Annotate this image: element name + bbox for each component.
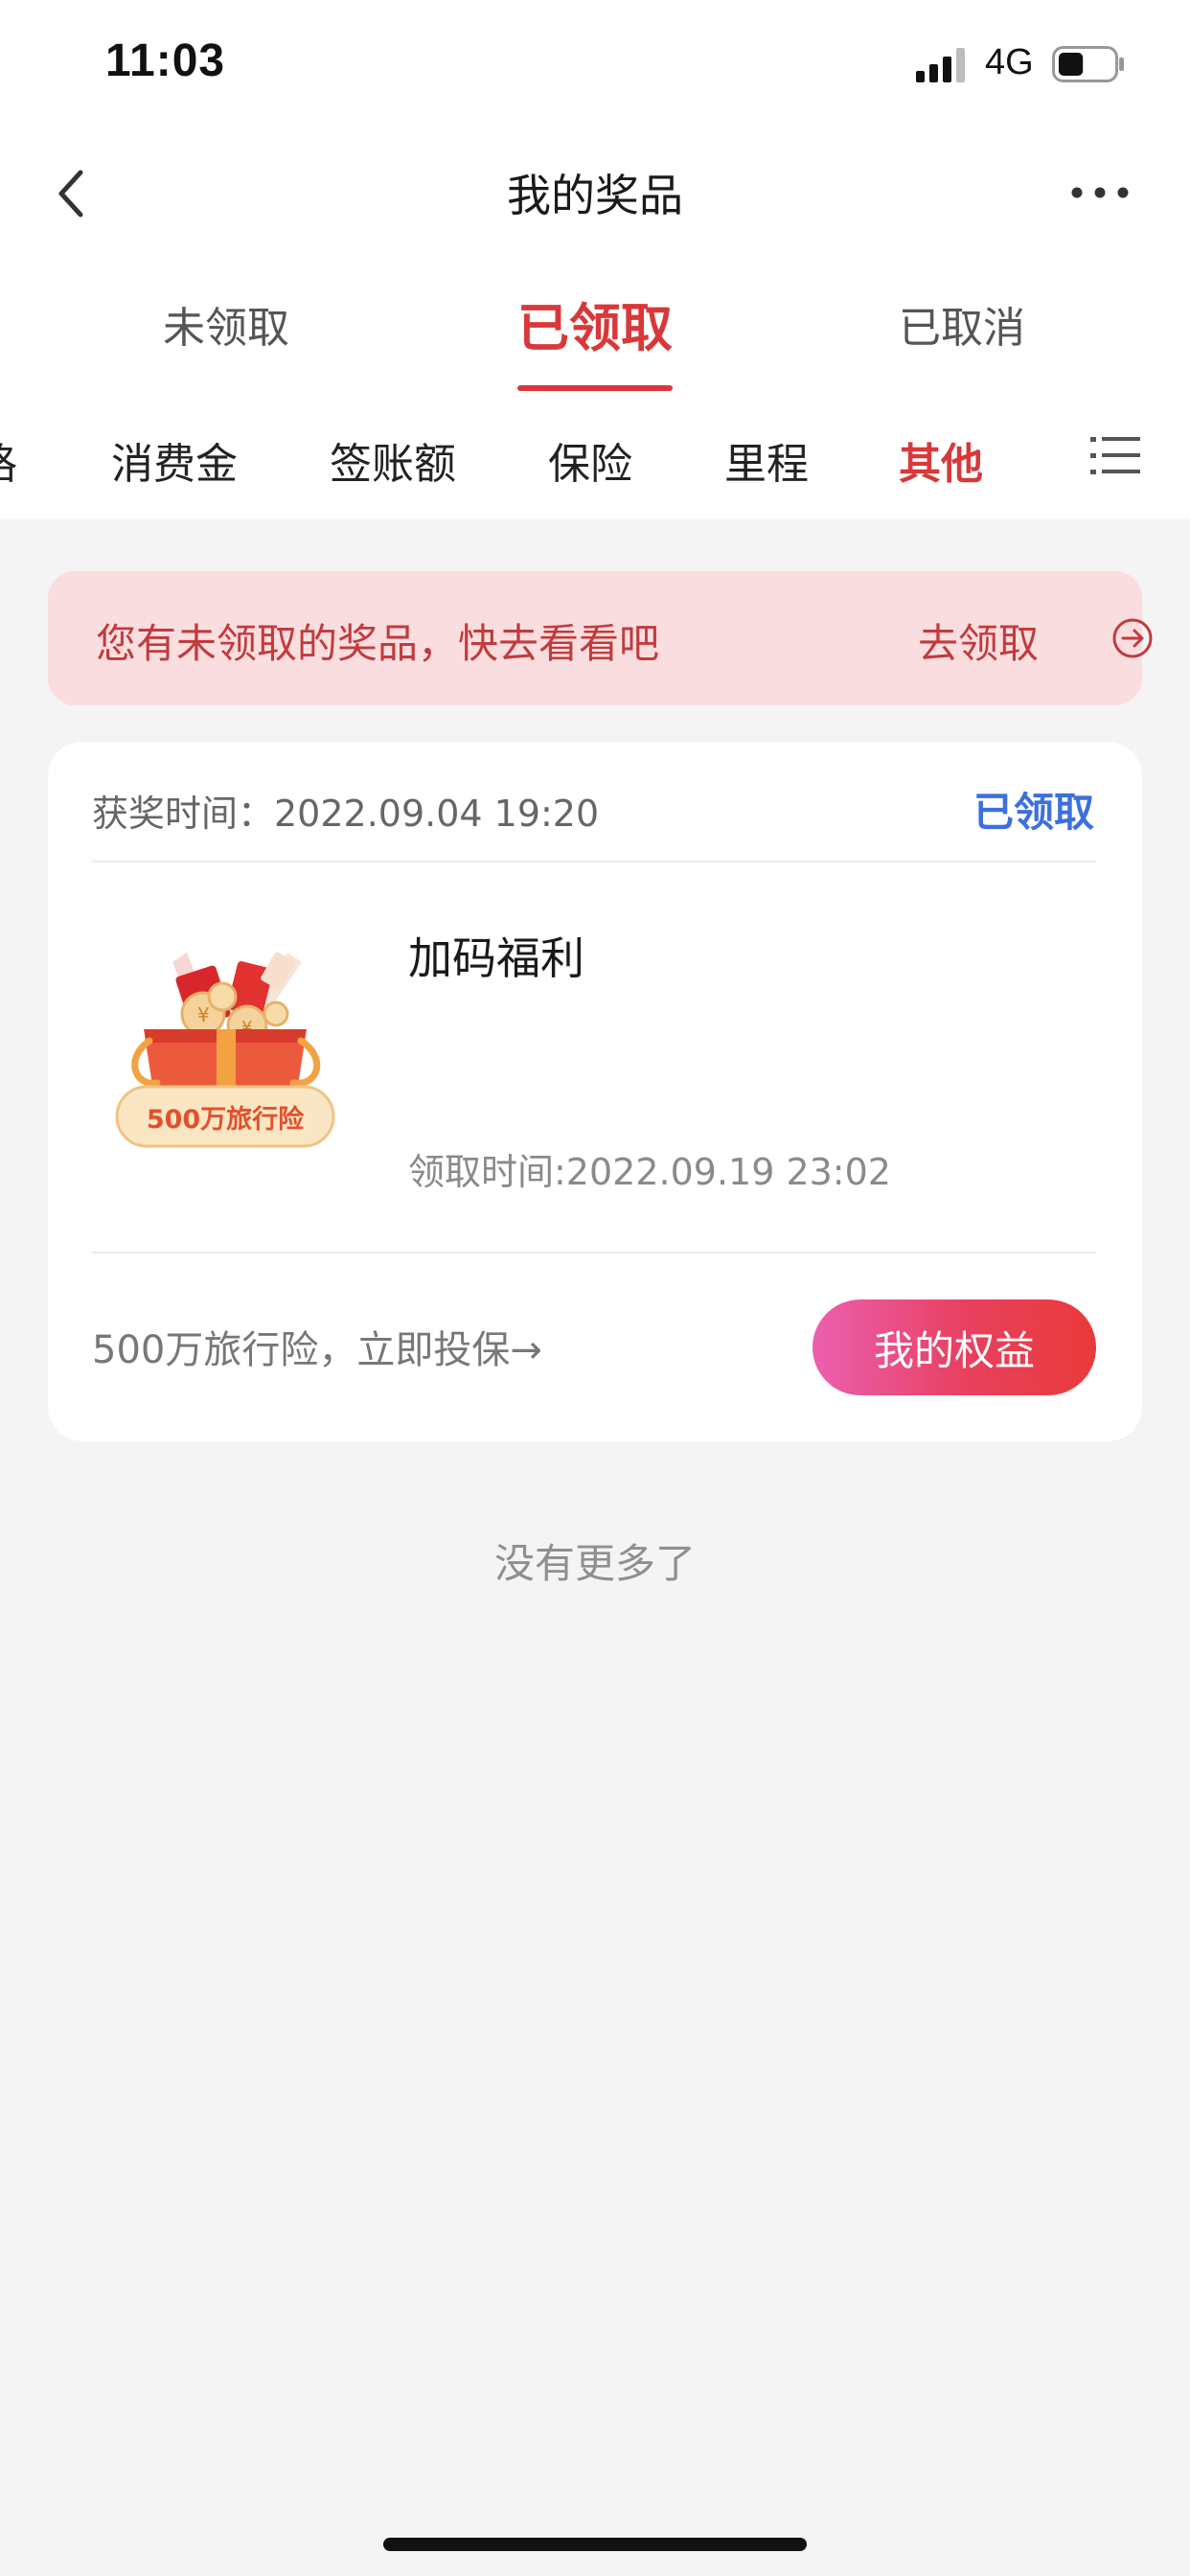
award-time: 获奖时间：2022.09.04 19:20 xyxy=(92,793,600,835)
active-tab-indicator xyxy=(517,385,673,391)
unclaimed-notice-banner[interactable]: 您有未领取的奖品，快去看看吧 去领取 xyxy=(48,571,1153,705)
category-tab-partial[interactable]: 格 xyxy=(0,429,17,491)
tab-cancelled[interactable]: 已取消 xyxy=(899,293,1025,355)
prize-card: 获奖时间：2022.09.04 19:20 已领取 ¥ ¥ 500万旅行险 加码… xyxy=(48,742,1142,1441)
signal-icon xyxy=(916,48,965,82)
svg-text:¥: ¥ xyxy=(197,1003,210,1026)
network-label: 4G xyxy=(985,42,1034,82)
list-menu-icon[interactable] xyxy=(1090,433,1140,479)
my-benefits-button[interactable]: 我的权益 xyxy=(812,1300,1096,1395)
nav-bar: 我的奖品 xyxy=(0,130,1190,255)
prize-image-label: 500万旅行险 xyxy=(146,1105,305,1135)
status-time: 11:03 xyxy=(105,35,226,86)
category-tab-mileage[interactable]: 里程 xyxy=(724,429,809,491)
home-indicator[interactable] xyxy=(383,2538,807,2551)
status-bar: 11:03 4G xyxy=(0,0,1190,130)
category-tabs: 格 消费金 签账额 保险 里程 其他 xyxy=(0,399,1190,519)
arrow-right-circle-icon[interactable] xyxy=(1111,617,1154,659)
card-divider-bottom xyxy=(92,1252,1096,1254)
category-tab-insurance[interactable]: 保险 xyxy=(548,429,632,491)
more-dots-icon[interactable] xyxy=(1069,180,1131,205)
insure-now-link[interactable]: 500万旅行险，立即投保→ xyxy=(92,1319,542,1374)
main-tabs: 未领取 已领取 已取消 xyxy=(0,255,1190,399)
no-more-text: 没有更多了 xyxy=(493,1540,696,1587)
category-tab-other[interactable]: 其他 xyxy=(899,429,983,491)
tab-claimed[interactable]: 已领取 xyxy=(517,286,673,361)
card-divider-top xyxy=(92,861,1096,862)
page-title: 我的奖品 xyxy=(507,170,683,221)
tab-unclaimed[interactable]: 未领取 xyxy=(163,293,289,355)
go-claim-link[interactable]: 去领取 xyxy=(918,611,1039,670)
prize-name: 加码福利 xyxy=(408,932,584,984)
notice-text: 您有未领取的奖品，快去看看吧 xyxy=(96,620,660,667)
category-tab-signing-amount[interactable]: 签账额 xyxy=(330,429,456,491)
category-tab-consumption-credit[interactable]: 消费金 xyxy=(111,429,238,491)
claimed-time: 领取时间:2022.09.19 23:02 xyxy=(408,1151,891,1193)
battery-icon xyxy=(1052,46,1124,82)
status-badge: 已领取 xyxy=(973,789,1094,836)
